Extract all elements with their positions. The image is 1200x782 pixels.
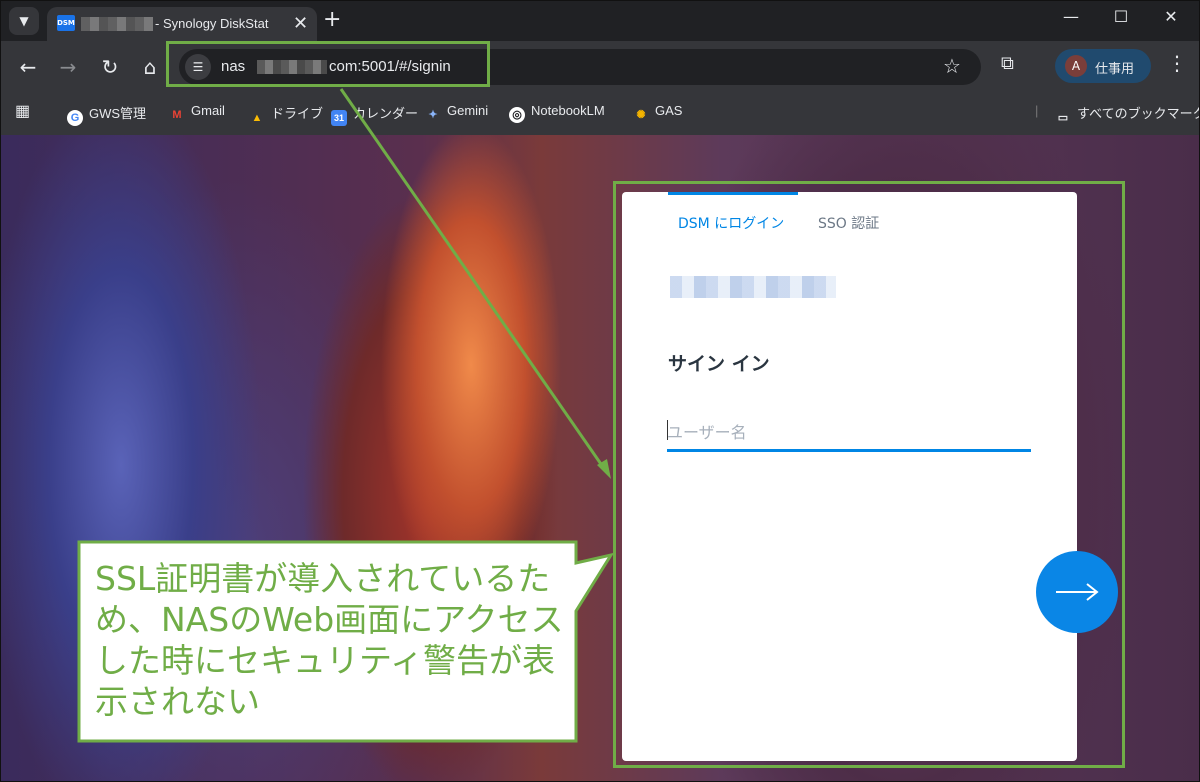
tab-strip: ▼ DSM - Synology DiskStat ✕ + — ☐ ✕ [1,1,1199,41]
bookmark-notebooklm[interactable]: ◎ NotebookLM [509,103,605,123]
tab-search-button[interactable]: ▼ [9,7,39,35]
bookmark-label: カレンダー [353,106,419,121]
home-icon[interactable]: ⌂ [137,55,163,79]
callout-text: SSL証明書が導入されているため、NASのWeb画面にアクセスした時にセキュリテ… [95,559,564,721]
bookmarks-bar: ▦ G GWS管理 M Gmail ▲ ドライブ 31 カレンダー ✦ Gemini ◎ N… [1,93,1200,136]
extensions-puzzle-icon[interactable]: ⧉ [1001,53,1014,74]
bookmark-drive[interactable]: ▲ ドライブ [249,103,323,126]
bookmark-gemini[interactable]: ✦ Gemini [425,103,488,123]
google-g-icon: G [67,110,83,126]
gmail-icon: M [172,109,182,121]
screenshot-frame: ▼ DSM - Synology DiskStat ✕ + — ☐ ✕ ← → … [0,0,1200,782]
all-bookmarks-label: すべてのブックマーク [1077,106,1200,121]
more-menu-icon[interactable]: ⋮ [1167,51,1187,75]
browser-tab[interactable]: DSM - Synology DiskStat ✕ [47,7,317,41]
bookmark-gws[interactable]: G GWS管理 [67,103,146,126]
login-highlight-box [613,181,1125,768]
tab-title-redacted [81,17,153,31]
gemini-icon: ✦ [428,109,438,121]
gas-icon: ✺ [636,109,646,121]
maximize-button[interactable]: ☐ [1101,7,1141,26]
bookmark-label: GAS [655,103,683,118]
tab-title: - Synology DiskStat [155,16,269,31]
bookmark-calendar[interactable]: 31 カレンダー [331,103,418,126]
close-window-button[interactable]: ✕ [1151,7,1191,26]
bookmark-label: Gemini [447,103,489,118]
drive-icon: ▲ [251,112,263,124]
bookmark-gas[interactable]: ✺ GAS [633,103,682,123]
dsm-favicon-icon: DSM [57,15,75,31]
reload-icon[interactable]: ↻ [97,55,123,79]
chevron-down-icon: ▼ [19,14,29,28]
bookmark-label: ドライブ [271,106,324,121]
bookmark-gmail[interactable]: M Gmail [169,103,225,123]
profile-name: 仕事用 [1095,62,1135,77]
apps-grid-icon[interactable]: ▦ [15,101,30,121]
bookmark-label: GWS管理 [89,106,147,121]
back-arrow-icon[interactable]: ← [15,55,41,79]
url-highlight-box [166,41,490,87]
all-bookmarks[interactable]: ▭ すべてのブックマーク [1055,103,1200,126]
minimize-button[interactable]: — [1051,7,1091,26]
folder-icon: ▭ [1057,112,1069,124]
avatar: A [1065,55,1087,77]
calendar-icon: 31 [331,110,347,126]
tab-close-icon[interactable]: ✕ [293,13,308,34]
bookmark-label: Gmail [191,103,225,118]
profile-button[interactable]: A 仕事用 [1055,49,1151,83]
notebooklm-icon: ◎ [509,107,525,123]
bookmarks-divider: | [1035,103,1039,118]
bookmark-star-icon[interactable]: ☆ [943,54,961,78]
forward-arrow-icon[interactable]: → [55,55,81,79]
new-tab-button[interactable]: + [323,7,341,32]
bookmark-label: NotebookLM [531,103,605,118]
